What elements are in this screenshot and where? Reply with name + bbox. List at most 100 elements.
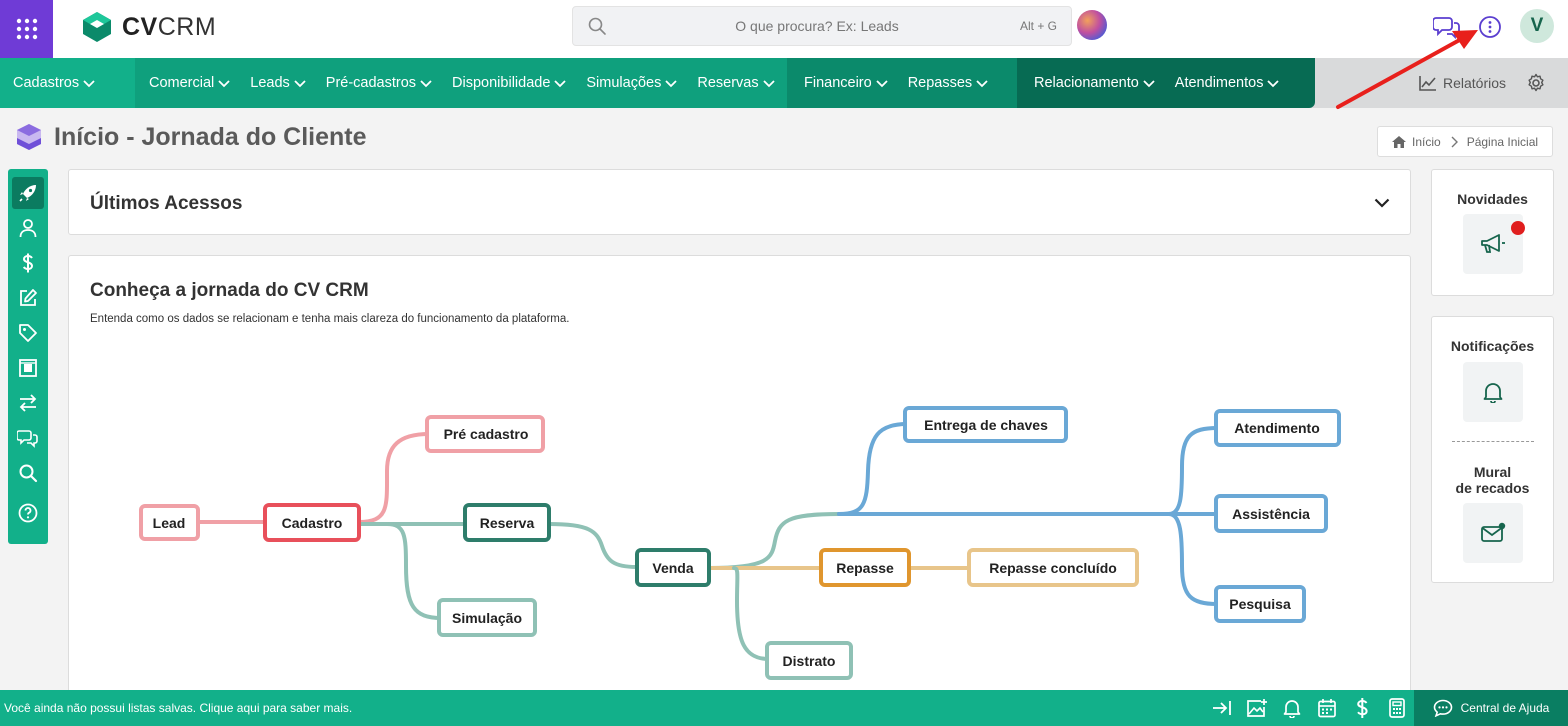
breadcrumb: Início Página Inicial (1377, 126, 1553, 157)
nav-disponibilidade[interactable]: Disponibilidade (452, 75, 567, 91)
help-circle-icon (18, 503, 38, 523)
page-header: Início - Jornada do Cliente (14, 122, 367, 152)
recent-access-card[interactable]: Últimos Acessos (68, 169, 1411, 235)
tool-chat[interactable] (12, 422, 44, 454)
chevron-down-icon (420, 80, 432, 88)
search-input[interactable] (617, 7, 1017, 45)
image-add-icon (1247, 699, 1267, 717)
node-simulacao-label: Simulação (452, 610, 522, 626)
journey-logo-icon (17, 124, 41, 150)
chevron-down-icon (83, 80, 95, 88)
link-atendimento (1167, 426, 1219, 516)
search-icon (19, 464, 38, 483)
link-cadastro-simulacao (385, 522, 443, 620)
chevron-down-icon (1267, 80, 1280, 88)
notifications-card: Notificações Mural de recados (1431, 316, 1554, 583)
page-title: Início - Jornada do Cliente (54, 122, 367, 151)
tool-user[interactable] (12, 212, 44, 244)
chevron-down-icon (1143, 80, 1155, 88)
tool-edit[interactable] (12, 282, 44, 314)
tool-tags[interactable] (12, 317, 44, 349)
nav-leads[interactable]: Leads (250, 75, 306, 91)
nav-pre-cadastros[interactable]: Pré-cadastros (326, 75, 432, 91)
nav-group-cadastros: Cadastros (0, 58, 135, 108)
footer-calculator-button[interactable] (1385, 696, 1409, 720)
journey-card: Conheça a jornada do CV CRM Entenda como… (68, 255, 1411, 695)
nav-cadastros[interactable]: Cadastros (13, 75, 95, 91)
home-icon[interactable] (1392, 135, 1406, 148)
breadcrumb-home[interactable]: Início (1412, 135, 1441, 149)
rocket-icon (19, 185, 36, 202)
nav-financeiro[interactable]: Financeiro (804, 75, 888, 91)
search-shortcut-hint: Alt + G (1019, 19, 1057, 33)
bell-icon (1483, 383, 1503, 403)
bulletin-button[interactable] (1463, 503, 1523, 563)
link-venda-distrato (732, 566, 771, 661)
nav-relacionamento[interactable]: Relacionamento (1034, 75, 1155, 91)
chevron-down-icon[interactable] (1374, 198, 1390, 208)
bulletin-title: Mural de recados (1455, 464, 1530, 496)
link-entrega-chaves (837, 422, 909, 516)
tool-help[interactable] (12, 497, 44, 529)
help-center-button[interactable]: Central de Ajuda (1414, 690, 1568, 726)
grid-icon (16, 18, 37, 40)
settings-gear-icon[interactable] (1526, 73, 1546, 93)
dollar-icon (22, 253, 34, 273)
logo-text: CVCRM (122, 12, 217, 41)
tag-icon (19, 324, 37, 342)
user-avatar[interactable]: V (1520, 9, 1554, 43)
nav-comercial[interactable]: Comercial (149, 75, 230, 91)
tool-journey[interactable] (12, 177, 44, 209)
tool-transfer[interactable] (12, 387, 44, 419)
footer-notifications-button[interactable] (1280, 696, 1304, 720)
nav-repasses[interactable]: Repasses (908, 75, 988, 91)
mail-notification-icon (1481, 522, 1506, 542)
apps-grid-button[interactable] (0, 0, 53, 58)
chevron-down-icon (665, 80, 677, 88)
footer-gallery-button[interactable] (1245, 696, 1269, 720)
calculator-icon (1389, 698, 1405, 718)
nav-reservas[interactable]: Reservas (697, 75, 775, 91)
chevron-down-icon (294, 80, 306, 88)
cvcrm-logo[interactable]: CVCRM (80, 10, 216, 44)
chevron-down-icon (876, 80, 888, 88)
building-icon (19, 359, 37, 377)
nav-simulacoes[interactable]: Simulações (586, 75, 677, 91)
dollar-icon (1357, 698, 1368, 718)
ai-assistant-orb[interactable] (1077, 10, 1107, 40)
footer-finance-button[interactable] (1350, 696, 1374, 720)
chat-bubbles-icon (17, 430, 38, 448)
search-icon (588, 17, 606, 35)
node-cadastro-label: Cadastro (282, 515, 343, 531)
annotation-arrow (1336, 30, 1478, 109)
tool-finance[interactable] (12, 247, 44, 279)
notifications-button[interactable] (1463, 362, 1523, 422)
link-reserva-venda (547, 522, 639, 569)
chevron-down-icon (218, 80, 230, 88)
notifications-title: Notificações (1450, 338, 1535, 354)
node-reserva-label: Reserva (480, 515, 535, 531)
node-venda-label: Venda (652, 560, 693, 576)
edit-icon (20, 289, 37, 306)
node-entrega-chaves-label: Entrega de chaves (924, 417, 1048, 433)
help-chat-icon (1433, 699, 1452, 717)
node-atendimento-label: Atendimento (1234, 420, 1320, 436)
journey-mindmap: Lead Cadastro Pré cadastro Reserva Simul… (139, 406, 1341, 680)
link-pesquisa (1167, 512, 1219, 606)
cvcrm-logo-icon (83, 12, 111, 42)
footer-quick-tools (1210, 696, 1409, 720)
node-pre-cadastro-label: Pré cadastro (444, 426, 529, 442)
news-unread-badge (1511, 221, 1525, 235)
tool-units[interactable] (12, 352, 44, 384)
megaphone-icon (1481, 234, 1505, 253)
chevron-down-icon (976, 80, 988, 88)
global-search[interactable]: Alt + G (572, 6, 1072, 46)
footer-calendar-button[interactable] (1315, 696, 1339, 720)
user-icon (19, 219, 37, 238)
saved-lists-message[interactable]: Você ainda não possui listas salvas. Cli… (4, 701, 352, 715)
recent-access-title: Últimos Acessos (90, 193, 243, 214)
arrow-to-right-icon (1213, 701, 1231, 715)
nav-atendimentos[interactable]: Atendimentos (1175, 75, 1280, 91)
tool-search[interactable] (12, 457, 44, 489)
footer-login-button[interactable] (1210, 696, 1234, 720)
